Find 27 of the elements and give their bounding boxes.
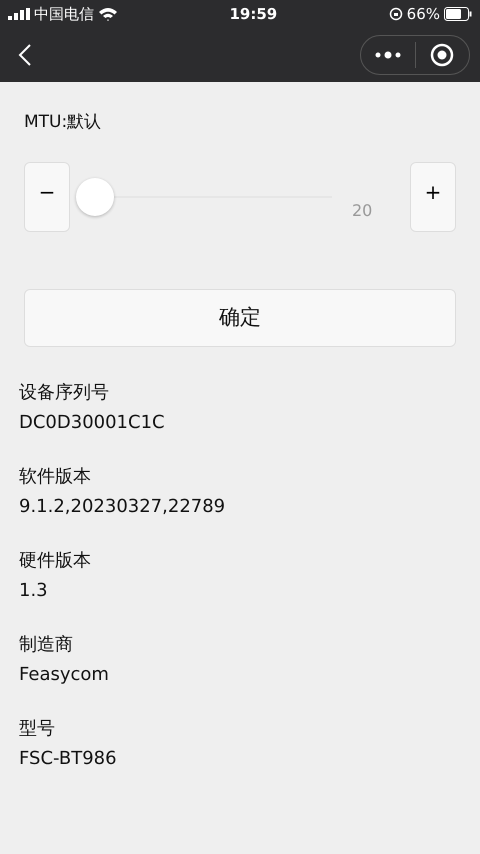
info-value: 1.3 xyxy=(19,578,49,602)
slider-thumb[interactable] xyxy=(76,178,114,216)
info-value: DC0D30001C1C xyxy=(19,410,166,434)
info-label: 型号 xyxy=(19,716,56,740)
battery-percent: 66% xyxy=(406,4,440,25)
info-label: 软件版本 xyxy=(19,464,92,488)
info-label: 制造商 xyxy=(19,632,74,656)
carrier-name: 中国电信 xyxy=(34,4,94,25)
decrease-button[interactable]: − xyxy=(24,162,70,232)
info-label: 设备序列号 xyxy=(19,380,110,404)
rotation-lock-icon xyxy=(388,7,403,21)
slider-track[interactable] xyxy=(76,176,332,216)
info-value: Feasycom xyxy=(19,662,110,686)
slider-value: 20 xyxy=(352,200,374,222)
back-icon xyxy=(18,43,32,67)
clock-time: 19:59 xyxy=(229,4,278,25)
wifi-icon xyxy=(98,7,118,21)
info-label: 硬件版本 xyxy=(19,548,92,572)
info-value: 9.1.2,20230327,22789 xyxy=(19,494,226,518)
signal-icon xyxy=(8,8,30,20)
confirm-button[interactable]: 确定 xyxy=(24,288,456,346)
info-value: FSC-BT986 xyxy=(19,746,118,770)
battery-icon xyxy=(444,7,472,21)
more-icon xyxy=(374,51,401,59)
increase-button[interactable]: + xyxy=(410,162,456,232)
target-icon xyxy=(430,43,454,67)
mtu-label: MTU:默认 xyxy=(24,111,102,134)
